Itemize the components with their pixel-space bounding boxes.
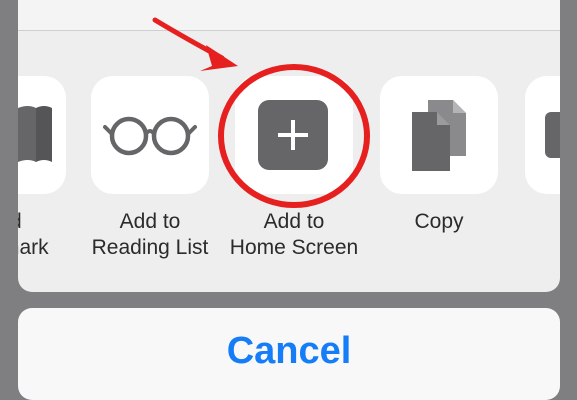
- annotation-overlay: [152, 17, 370, 208]
- highlight-circle: [218, 64, 370, 208]
